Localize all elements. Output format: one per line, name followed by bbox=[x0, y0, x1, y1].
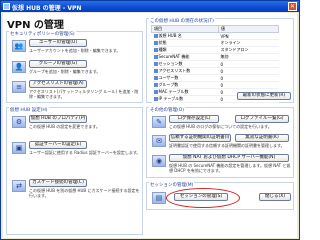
session-icon: ▤ bbox=[152, 192, 166, 204]
radius-description: ユーザー認証に使用する Radius 認証サーバーを設定します。 bbox=[29, 150, 141, 155]
table-row[interactable]: アクセスリスト数 0 bbox=[151, 67, 279, 75]
table-row[interactable]: ユーザー数 0 bbox=[151, 74, 279, 82]
property-icon bbox=[153, 97, 158, 101]
row-label: ユーザー数 bbox=[158, 75, 179, 80]
certificate-description: 証明書認証で使用する信頼する証明機関の証明書を管理します。 bbox=[169, 143, 285, 148]
table-row[interactable]: 状態 オンライン bbox=[151, 39, 279, 47]
other-management-section: その他の管理(O) ✎ ログ保存設定(L) ログファイル一覧(G) この仮想 H… bbox=[146, 107, 294, 178]
session-section: セッションの管理(M) ▤ セッションの管理(S) 閉じる(X) bbox=[146, 182, 294, 210]
property-icon bbox=[153, 34, 158, 38]
window-title: 仮想 HUB の管理 - VPN bbox=[12, 5, 82, 12]
security-section: セキュリティポリシーの管理(S) 👥 ユーザーの管理(U) ユーザーアカウントを… bbox=[6, 31, 143, 103]
property-icon bbox=[153, 76, 158, 80]
cascade-icon: ⇄ bbox=[12, 180, 26, 192]
securenat-icon: ◉ bbox=[152, 155, 166, 167]
users-description: ユーザーアカウントを追加・削除・編集できます。 bbox=[29, 48, 121, 53]
radius-settings-button[interactable]: 認証サーバーの設定(E) bbox=[29, 141, 87, 149]
cascade-description: この仮想 HUB を別の仮想 HUB にカスケード接続する設定を行います。 bbox=[29, 188, 140, 198]
hub-manager-window: 仮想 HUB の管理 - VPN ✕ VPN の管理 セキュリティポリシーの管理… bbox=[0, 0, 300, 240]
security-section-label: セキュリティポリシーの管理(S) bbox=[9, 31, 76, 37]
status-table-header: 項目 値 bbox=[151, 25, 279, 33]
hub-properties-description: この仮想 HUB の設定を変更できます。 bbox=[29, 124, 100, 129]
groups-icon: 👤 bbox=[12, 61, 26, 73]
property-icon bbox=[153, 83, 158, 87]
row-value: 無効 bbox=[218, 53, 279, 61]
property-icon bbox=[153, 41, 158, 45]
session-section-label: セッションの管理(M) bbox=[149, 182, 195, 188]
access-list-description: アクセスリスト(パケットフィルタリング ルール) を追加・削除・編集できます。 bbox=[29, 89, 139, 99]
client-area: VPN の管理 セキュリティポリシーの管理(S) 👥 ユーザーの管理(U) ユー… bbox=[3, 13, 297, 238]
table-row[interactable]: セッション数 0 bbox=[151, 60, 279, 68]
manage-access-list-button[interactable]: アクセスリストの管理(A) bbox=[29, 80, 87, 88]
property-icon bbox=[153, 69, 158, 73]
hub-settings-section-label: 仮想 HUB 設定(H) bbox=[9, 107, 49, 113]
securenat-description: 仮想 HUB の SecureNAT 機能の設定を管理します。仮想 NAT と仮… bbox=[169, 163, 291, 173]
securenat-button[interactable]: 仮想 NAT および仮想 DHCP サーバー機能(N) bbox=[169, 154, 289, 162]
column-header-item: 項目 bbox=[151, 25, 219, 33]
radius-server-icon: ▣ bbox=[12, 142, 26, 154]
close-icon[interactable]: ✕ bbox=[288, 2, 297, 11]
log-file-list-button[interactable]: ログファイル一覧(G) bbox=[235, 115, 289, 123]
close-button[interactable]: 閉じる(X) bbox=[259, 193, 291, 201]
property-icon bbox=[153, 48, 158, 52]
highlight-ellipse bbox=[166, 188, 240, 208]
row-label: 状態 bbox=[158, 40, 167, 45]
row-value: VPN bbox=[218, 32, 279, 40]
row-value: 0 bbox=[218, 74, 279, 82]
page-title: VPN の管理 bbox=[7, 20, 64, 31]
manage-groups-button[interactable]: グループの管理(G) bbox=[29, 60, 87, 68]
title-bar: 仮想 HUB の管理 - VPN ✕ bbox=[1, 1, 299, 12]
refresh-status-button[interactable]: 最新の状態に更新(R) bbox=[237, 92, 291, 100]
table-row[interactable]: 仮想 HUB 名 VPN bbox=[151, 32, 279, 40]
row-label: アクセスリスト数 bbox=[158, 68, 191, 73]
trusted-ca-button[interactable]: 信頼する証明機関の証明書(I) bbox=[169, 134, 231, 142]
users-icon: 👥 bbox=[12, 40, 26, 52]
row-label: セッション数 bbox=[158, 61, 183, 66]
log-settings-button[interactable]: ログ保存設定(L) bbox=[169, 115, 219, 123]
log-description: この仮想 HUB のログの保存についての設定を行います。 bbox=[169, 124, 272, 129]
access-list-icon: ≡ bbox=[12, 81, 26, 93]
table-row[interactable]: グループ数 0 bbox=[151, 81, 279, 89]
property-icon bbox=[153, 55, 158, 59]
column-header-value: 値 bbox=[218, 25, 279, 33]
app-icon bbox=[3, 3, 10, 10]
hub-properties-icon: ⚙ bbox=[12, 116, 26, 128]
table-row[interactable]: 種類 スタンドアロン bbox=[151, 46, 279, 54]
hub-settings-section: 仮想 HUB 設定(H) ⚙ 仮想 HUB のプロパティ(P) この仮想 HUB… bbox=[6, 107, 143, 235]
log-icon: ✎ bbox=[152, 116, 166, 128]
row-label: SecureNAT 機能 bbox=[158, 54, 190, 59]
row-label: 種類 bbox=[158, 47, 167, 52]
row-label: 仮想 HUB 名 bbox=[158, 33, 182, 38]
groups-description: グループを追加・削除・編集できます。 bbox=[29, 69, 101, 74]
status-section: この仮想 HUB の現在の状況(T) 項目 値 仮想 HUB 名 VPN 状態 オン… bbox=[146, 18, 294, 103]
manage-users-button[interactable]: ユーザーの管理(U) bbox=[29, 39, 87, 47]
hub-properties-button[interactable]: 仮想 HUB のプロパティ(P) bbox=[29, 115, 87, 123]
row-value: 0 bbox=[218, 67, 279, 75]
row-label: IP テーブル数 bbox=[158, 96, 184, 101]
row-label: MAC テーブル数 bbox=[158, 89, 189, 94]
other-management-section-label: その他の管理(O) bbox=[149, 107, 186, 113]
row-value: 0 bbox=[218, 60, 279, 68]
row-value: 0 bbox=[218, 81, 279, 89]
revoked-certificates-button[interactable]: 無効な証明書(K) bbox=[235, 134, 289, 142]
row-value: オンライン bbox=[218, 39, 279, 47]
row-value: スタンドアロン bbox=[218, 46, 279, 54]
status-section-label: この仮想 HUB の現在の状況(T) bbox=[149, 18, 215, 24]
table-row[interactable]: SecureNAT 機能 無効 bbox=[151, 53, 279, 61]
cascade-connection-button[interactable]: カスケード接続の管理(C) bbox=[29, 179, 87, 187]
property-icon bbox=[153, 90, 158, 94]
certificate-icon: ✉ bbox=[152, 135, 166, 147]
property-icon bbox=[153, 62, 158, 66]
row-label: グループ数 bbox=[158, 82, 179, 87]
